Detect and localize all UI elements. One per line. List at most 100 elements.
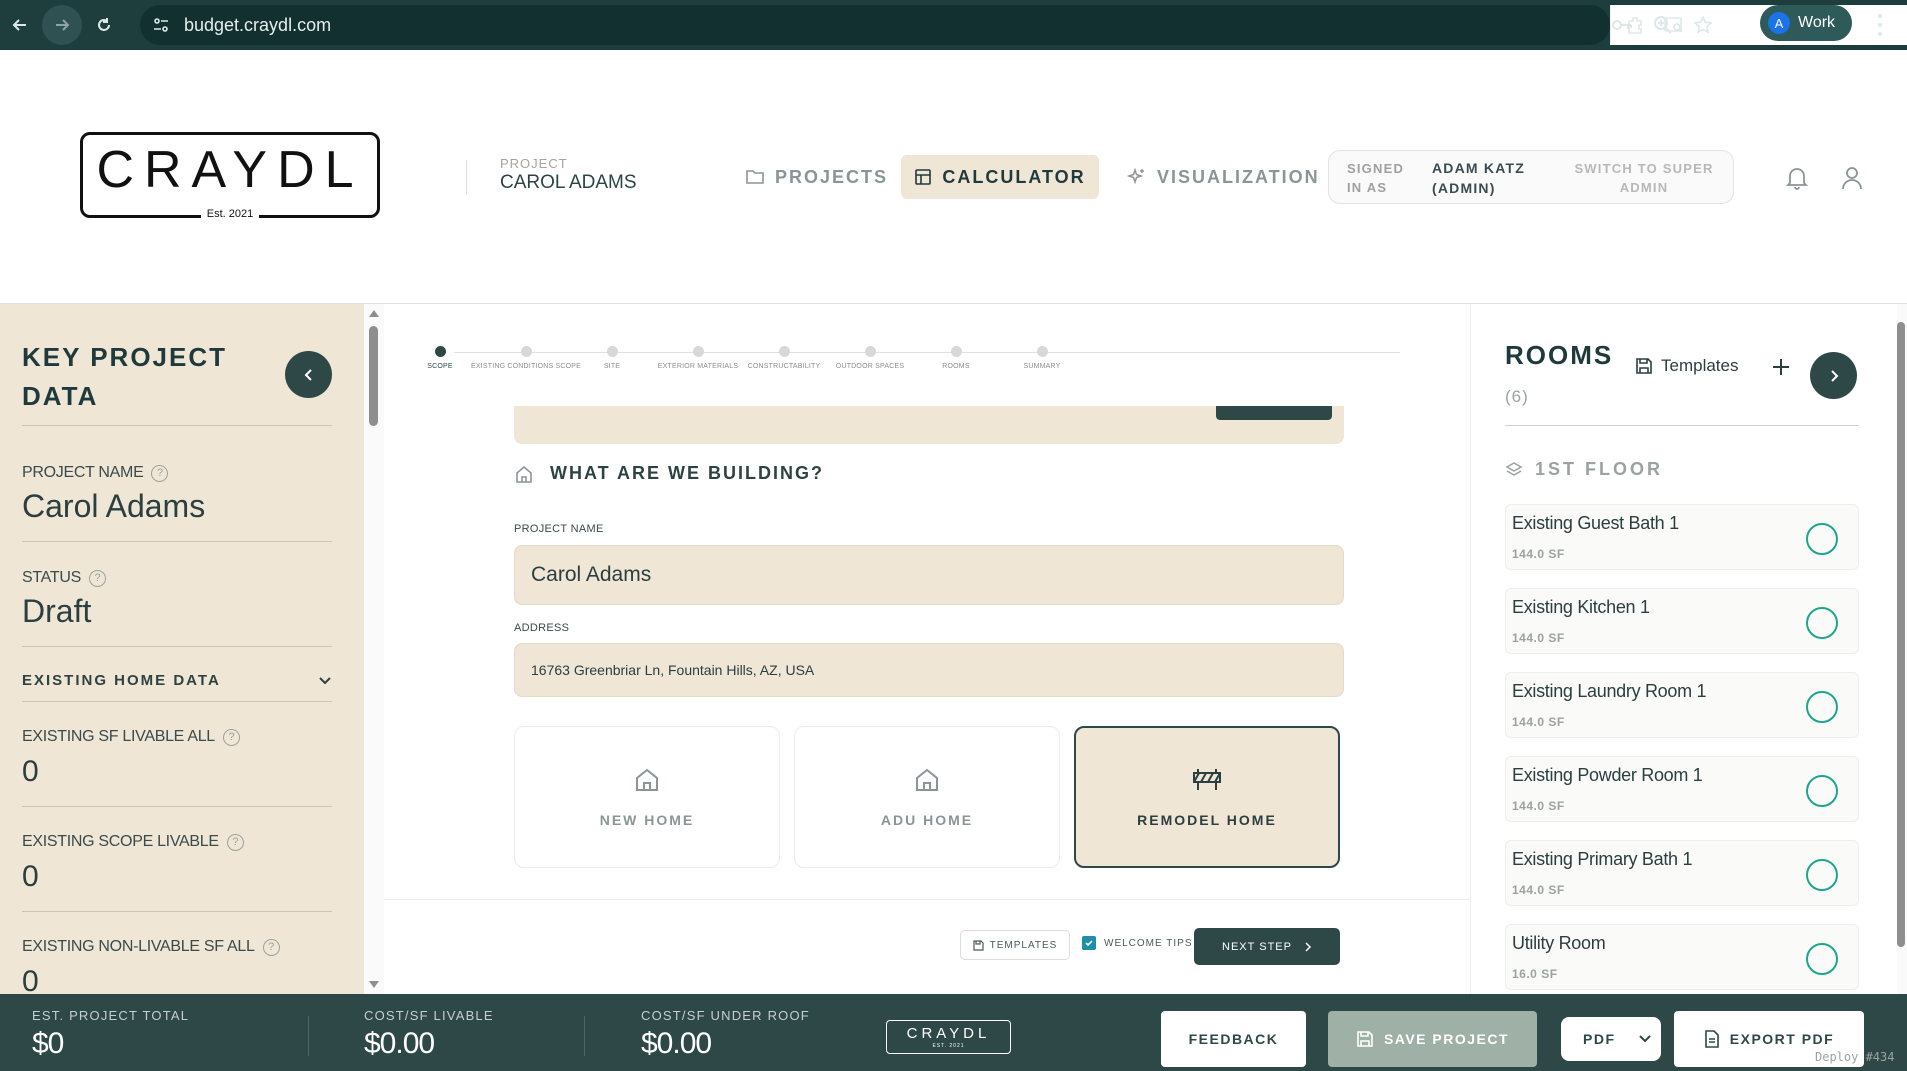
cost-roof-value: $0.00 <box>641 1027 712 1060</box>
calculator-icon <box>915 169 932 185</box>
room-item[interactable]: Existing Primary Bath 1 144.0 SF <box>1505 840 1859 906</box>
project-name-input[interactable]: Carol Adams <box>514 545 1344 605</box>
existing-home-data-toggle[interactable]: EXISTING HOME DATA <box>22 672 332 689</box>
save-icon <box>973 939 984 951</box>
feedback-button[interactable]: FEEDBACK <box>1161 1011 1306 1067</box>
field-value-existing-sf: 0 <box>22 755 39 788</box>
room-status-circle-icon[interactable] <box>1806 523 1838 555</box>
help-icon[interactable]: ? <box>151 464 169 482</box>
forward-icon[interactable] <box>42 5 82 45</box>
step-summary[interactable]: SUMMARY <box>982 346 1102 370</box>
room-size: 144.0 SF <box>1512 883 1565 897</box>
chevron-down-icon <box>1639 1035 1651 1043</box>
scroll-thumb[interactable] <box>1897 322 1905 947</box>
checkbox-checked-icon[interactable] <box>1082 936 1096 950</box>
help-icon[interactable]: ? <box>226 833 244 851</box>
est-total-label: EST. PROJECT TOTAL <box>32 1008 190 1023</box>
field-label-text: EXISTING NON-LIVABLE SF ALL <box>22 938 255 955</box>
craydl-logo[interactable]: CRAYDL Est. 2021 <box>80 132 380 220</box>
switch-super-admin-button[interactable]: SWITCH TO SUPER ADMIN <box>1569 159 1719 197</box>
room-status-circle-icon[interactable] <box>1806 691 1838 723</box>
floor-header: 1ST FLOOR <box>1505 459 1663 480</box>
extensions-icon[interactable] <box>1625 15 1645 35</box>
step-label: ROOMS <box>942 363 970 370</box>
room-item[interactable]: Utility Room 16.0 SF <box>1505 924 1859 990</box>
divider <box>22 425 332 426</box>
chevron-right-icon <box>1305 941 1312 952</box>
user-icon[interactable] <box>1840 165 1864 191</box>
house-icon <box>636 768 658 791</box>
field-label-text: EXISTING SCOPE LIVABLE <box>22 833 219 850</box>
room-item[interactable]: Existing Powder Room 1 144.0 SF <box>1505 756 1859 822</box>
export-pdf-label: EXPORT PDF <box>1729 1031 1835 1047</box>
banner-button[interactable] <box>1216 406 1332 420</box>
expand-rooms-button[interactable] <box>1810 352 1857 399</box>
back-icon[interactable] <box>0 5 40 45</box>
add-room-icon[interactable] <box>1770 356 1792 378</box>
step-dot <box>778 346 790 357</box>
barrier-icon <box>1193 769 1221 790</box>
help-icon[interactable]: ? <box>88 569 106 587</box>
rooms-templates-button[interactable]: Templates <box>1635 356 1738 376</box>
reload-icon[interactable] <box>84 5 124 45</box>
field-value-status: Draft <box>22 593 92 629</box>
format-select[interactable]: PDF <box>1561 1017 1661 1061</box>
rooms-title: ROOMS <box>1505 340 1614 370</box>
option-new-home[interactable]: NEW HOME <box>514 726 780 868</box>
nav-calculator[interactable]: CALCULATOR <box>901 155 1099 199</box>
room-name: Existing Laundry Room 1 <box>1512 681 1707 701</box>
room-name: Existing Kitchen 1 <box>1512 597 1650 617</box>
left-scrollbar[interactable] <box>364 304 384 994</box>
scroll-down-icon[interactable] <box>368 980 380 990</box>
room-status-circle-icon[interactable] <box>1806 943 1838 975</box>
help-icon[interactable]: ? <box>222 728 240 746</box>
header-divider <box>466 160 467 194</box>
sparkle-icon <box>1127 167 1144 185</box>
profile-chip[interactable]: A Work <box>1760 5 1852 41</box>
url-text[interactable]: budget.craydl.com <box>184 15 331 36</box>
step-label: SCOPE <box>427 363 453 370</box>
address-bar[interactable]: budget.craydl.com <box>140 5 1907 45</box>
collapse-panel-button[interactable] <box>285 351 332 398</box>
room-status-circle-icon[interactable] <box>1806 859 1838 891</box>
step-dot <box>864 346 876 357</box>
format-value: PDF <box>1583 1031 1616 1047</box>
house-icon <box>916 768 938 791</box>
templates-button[interactable]: TEMPLATES <box>960 930 1070 960</box>
scroll-up-icon[interactable] <box>368 308 380 318</box>
room-name: Existing Primary Bath 1 <box>1512 849 1693 869</box>
room-name: Existing Guest Bath 1 <box>1512 513 1679 533</box>
rooms-panel: ROOMS (6) Templates 1ST FLOOR Existing G… <box>1470 304 1897 994</box>
address-input[interactable]: 16763 Greenbriar Ln, Fountain Hills, AZ,… <box>514 643 1344 697</box>
est-total: EST. PROJECT TOTAL $0 <box>32 1008 189 1061</box>
bookmark-star-icon[interactable] <box>1693 15 1713 35</box>
next-step-button[interactable]: NEXT STEP <box>1194 928 1340 965</box>
room-status-circle-icon[interactable] <box>1806 607 1838 639</box>
floor-label: 1ST FLOOR <box>1535 459 1664 479</box>
room-item[interactable]: Existing Laundry Room 1 144.0 SF <box>1505 672 1859 738</box>
profile-name: Work <box>1798 14 1836 31</box>
help-icon[interactable]: ? <box>262 938 280 956</box>
templates-button-label: TEMPLATES <box>989 939 1058 951</box>
tab-search-icon[interactable] <box>1663 15 1685 35</box>
nav-projects[interactable]: PROJECTS <box>745 155 888 199</box>
room-item[interactable]: Existing Guest Bath 1 144.0 SF <box>1505 504 1859 570</box>
room-status-circle-icon[interactable] <box>1806 775 1838 807</box>
room-item[interactable]: Existing Kitchen 1 144.0 SF <box>1505 588 1859 654</box>
bell-icon[interactable] <box>1785 165 1809 191</box>
right-scrollbar[interactable] <box>1897 304 1907 994</box>
option-adu-home[interactable]: ADU HOME <box>794 726 1060 868</box>
room-name: Existing Powder Room 1 <box>1512 765 1703 785</box>
project-name-label: PROJECT NAME <box>514 523 604 535</box>
profile-avatar: A <box>1768 12 1790 34</box>
section-title: EXISTING HOME DATA <box>22 672 221 689</box>
nav-visualization-label: VISUALIZATION <box>1157 166 1320 187</box>
nav-visualization[interactable]: VISUALIZATION <box>1127 155 1320 199</box>
save-project-button[interactable]: SAVE PROJECT <box>1328 1011 1537 1067</box>
scroll-thumb[interactable] <box>369 326 378 426</box>
welcome-tips-toggle[interactable]: WELCOME TIPS <box>1082 936 1193 950</box>
option-remodel-home[interactable]: REMODEL HOME <box>1074 726 1340 868</box>
browser-menu-icon[interactable] <box>1872 10 1888 40</box>
signed-in-user: ADAM KATZ (ADMIN) <box>1432 160 1525 196</box>
site-info-icon[interactable] <box>152 16 170 34</box>
